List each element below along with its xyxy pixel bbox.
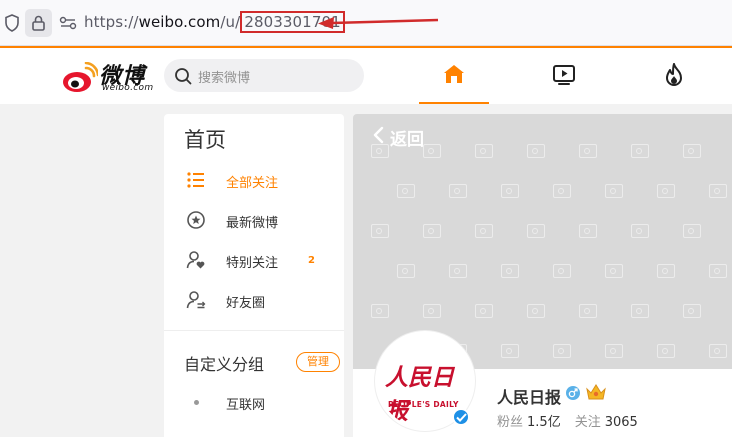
banner-pattern-icon	[449, 264, 467, 278]
banner-pattern-icon	[709, 184, 727, 198]
url-text: https://weibo.com/u/2803301701	[84, 11, 345, 33]
banner-pattern-icon	[683, 304, 701, 318]
banner-pattern-icon	[683, 224, 701, 238]
banner-pattern-icon	[397, 184, 415, 198]
banner-pattern-icon	[527, 224, 545, 238]
banner-pattern-icon	[553, 264, 571, 278]
sidebar-item-label: 最新微博	[226, 216, 279, 231]
home-icon	[444, 65, 464, 83]
profile-stats: 粉丝 1.5亿 关注 3065	[497, 411, 638, 430]
sidebar-divider	[164, 330, 344, 331]
user-friends-icon	[186, 291, 206, 309]
banner-pattern-icon	[475, 224, 493, 238]
chevron-left-icon	[373, 126, 384, 144]
fire-icon[interactable]	[662, 62, 686, 88]
back-label: 返回	[390, 130, 424, 150]
permissions-icon[interactable]	[59, 15, 77, 31]
banner-pattern-icon	[605, 264, 623, 278]
profile-banner: 返回	[353, 114, 732, 369]
user-heart-icon	[186, 251, 205, 269]
browser-address-bar: https://weibo.com/u/2803301701	[0, 0, 732, 46]
male-icon	[566, 386, 580, 400]
search-placeholder: 搜索微博	[198, 71, 251, 86]
search-icon	[175, 68, 192, 85]
lock-icon[interactable]	[25, 9, 52, 37]
banner-pattern-icon	[709, 264, 727, 278]
left-sidebar: 首页 全部关注 最新微博 特别关注 2 好友圈 自定义分组 管理 互联网	[164, 114, 344, 437]
banner-pattern-icon	[605, 344, 623, 358]
sidebar-item-special[interactable]: 特别关注 2	[164, 244, 344, 280]
sidebar-item-latest[interactable]: 最新微博	[164, 204, 344, 240]
star-circle-icon	[187, 211, 205, 229]
nav-active-underline	[419, 102, 489, 104]
banner-pattern-icon	[553, 184, 571, 198]
weibo-eye-icon	[63, 62, 98, 92]
banner-pattern-icon	[423, 144, 441, 158]
sidebar-item-friends[interactable]: 好友圈	[164, 284, 344, 320]
banner-pattern-icon	[527, 304, 545, 318]
banner-pattern-icon	[657, 264, 675, 278]
sidebar-title: 首页	[184, 128, 226, 152]
list-icon	[187, 172, 204, 188]
nav-home-tab[interactable]	[419, 48, 489, 104]
banner-pattern-icon	[475, 304, 493, 318]
sidebar-item-all-following[interactable]: 全部关注	[164, 164, 344, 200]
banner-pattern-icon	[579, 224, 597, 238]
weibo-header: 微博 weibo.com 搜索微博	[0, 48, 732, 104]
banner-pattern-icon	[631, 304, 649, 318]
group-bullet-icon	[194, 400, 199, 405]
following-label: 关注	[574, 415, 601, 430]
manage-button[interactable]: 管理	[296, 352, 340, 372]
fans-count[interactable]: 1.5亿	[527, 415, 561, 430]
banner-pattern-icon	[371, 304, 389, 318]
sidebar-item-label: 好友圈	[226, 296, 266, 311]
sidebar-item-label: 全部关注	[226, 176, 279, 191]
banner-pattern-icon	[579, 304, 597, 318]
red-arrow-annotation	[318, 17, 439, 29]
banner-pattern-icon	[423, 224, 441, 238]
banner-pattern-icon	[371, 224, 389, 238]
banner-pattern-icon	[501, 264, 519, 278]
banner-pattern-icon	[579, 144, 597, 158]
profile-name: 人民日报	[497, 388, 562, 407]
video-icon[interactable]	[552, 64, 576, 86]
search-input[interactable]: 搜索微博	[164, 59, 364, 92]
verified-icon	[452, 408, 470, 426]
custom-group-title: 自定义分组	[184, 355, 265, 374]
shield-icon[interactable]	[4, 14, 20, 32]
banner-pattern-icon	[423, 304, 441, 318]
banner-pattern-icon	[527, 144, 545, 158]
banner-pattern-icon	[657, 184, 675, 198]
weibo-logo[interactable]: 微博 weibo.com	[62, 58, 154, 94]
banner-pattern-icon	[449, 184, 467, 198]
following-count[interactable]: 3065	[605, 415, 638, 430]
unread-badge: 2	[308, 255, 315, 266]
group-item-internet[interactable]: 互联网	[226, 394, 265, 413]
banner-pattern-icon	[501, 184, 519, 198]
banner-pattern-icon	[631, 224, 649, 238]
banner-pattern-icon	[709, 344, 727, 358]
banner-pattern-icon	[631, 144, 649, 158]
banner-pattern-icon	[501, 344, 519, 358]
sidebar-item-label: 特别关注	[226, 256, 279, 271]
banner-pattern-icon	[657, 344, 675, 358]
banner-pattern-icon	[683, 144, 701, 158]
banner-pattern-icon	[475, 144, 493, 158]
fans-label: 粉丝	[497, 415, 524, 430]
banner-pattern-icon	[605, 184, 623, 198]
crown-icon	[586, 384, 606, 400]
logo-sub: weibo.com	[102, 83, 154, 93]
avatar-text-en: PEOPLE'S DAILY	[388, 400, 459, 409]
banner-pattern-icon	[397, 264, 415, 278]
banner-pattern-icon	[553, 344, 571, 358]
banner-pattern-icon	[371, 144, 389, 158]
